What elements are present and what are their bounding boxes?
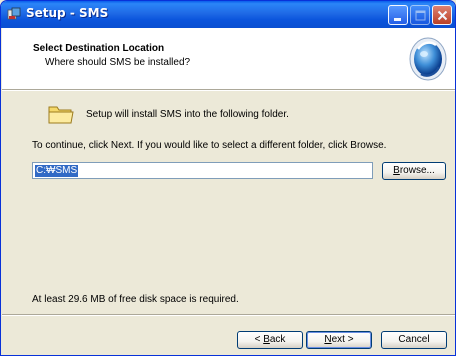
browse-label: rowse... <box>399 165 435 176</box>
page-title: Select Destination Location <box>33 43 165 54</box>
maximize-icon <box>415 10 426 21</box>
install-folder-message: Setup will install SMS into the followin… <box>86 109 289 120</box>
destination-path-value: C:₩SMS <box>35 165 79 177</box>
page-subtitle: Where should SMS be installed? <box>45 57 191 68</box>
browse-accel: B <box>393 165 400 176</box>
installer-logo-icon <box>409 37 447 81</box>
cancel-button[interactable]: Cancel <box>381 331 447 349</box>
back-accel: B <box>263 334 270 345</box>
continue-instructions: To continue, click Next. If you would li… <box>32 140 387 151</box>
back-button[interactable]: < Back <box>237 331 303 349</box>
next-label: ext > <box>331 334 354 345</box>
close-button[interactable] <box>432 5 452 25</box>
destination-path-input[interactable]: C:₩SMS <box>32 162 373 179</box>
back-prefix: < <box>254 334 264 345</box>
next-button[interactable]: Next > <box>306 331 372 349</box>
minimize-icon <box>394 18 401 21</box>
window-title: Setup - SMS <box>26 6 109 20</box>
close-icon <box>437 10 448 21</box>
maximize-button <box>410 5 430 25</box>
folder-icon <box>48 106 74 124</box>
title-bar[interactable]: Setup - SMS <box>1 1 455 28</box>
setup-app-icon <box>7 7 21 20</box>
next-accel: N <box>324 334 332 345</box>
back-label: ack <box>269 334 286 345</box>
footer-divider-highlight <box>2 315 455 316</box>
minimize-button[interactable] <box>388 5 408 25</box>
browse-button[interactable]: Browse... <box>382 162 446 180</box>
setup-window: Setup - SMS Select Destination Location … <box>0 0 456 356</box>
disk-space-requirement: At least 29.6 MB of free disk space is r… <box>32 294 239 305</box>
wizard-header: Select Destination Location Where should… <box>2 28 455 89</box>
header-divider-highlight <box>2 90 455 91</box>
